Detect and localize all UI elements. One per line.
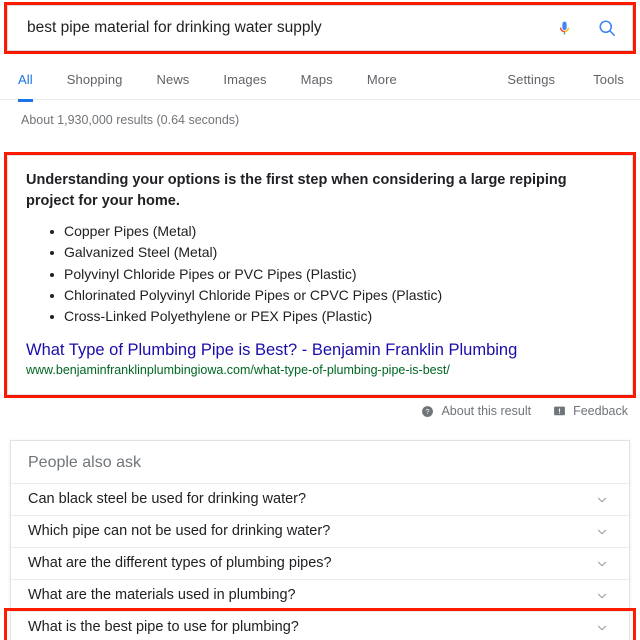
about-this-result-label: About this result: [441, 404, 532, 418]
feedback-label: Feedback: [573, 404, 628, 418]
nav-tabs-right: Settings Tools: [469, 62, 624, 99]
paa-question-label: Can black steel be used for drinking wat…: [28, 490, 307, 507]
tab-more[interactable]: More: [367, 62, 397, 99]
paa-question-label: What are the materials used in plumbing?: [28, 586, 296, 603]
chevron-down-icon[interactable]: [595, 621, 609, 635]
paa-question-label: What is the best pipe to use for plumbin…: [28, 618, 299, 635]
snippet-result-link[interactable]: What Type of Plumbing Pipe is Best? - Be…: [26, 340, 614, 361]
search-input[interactable]: [8, 18, 546, 38]
paa-question-label: What are the different types of plumbing…: [28, 554, 332, 571]
list-item: Cross-Linked Polyethylene or PEX Pipes (…: [50, 306, 614, 327]
question-circle-icon: ?: [422, 405, 434, 417]
chevron-down-icon[interactable]: [595, 493, 609, 507]
svg-text:?: ?: [426, 407, 430, 416]
tab-images[interactable]: Images: [223, 62, 266, 99]
tab-tools[interactable]: Tools: [593, 62, 624, 99]
featured-snippet-highlight-box: Understanding your options is the first …: [4, 152, 636, 398]
people-also-ask-card: People also ask Can black steel be used …: [10, 440, 630, 640]
result-meta-row: ? About this result Feedback: [399, 400, 628, 422]
people-also-ask-title: People also ask: [28, 454, 141, 471]
search-bar[interactable]: [7, 5, 633, 51]
tab-all[interactable]: All: [18, 62, 33, 102]
paa-question-4[interactable]: What are the materials used in plumbing?: [11, 579, 629, 612]
search-icon: [599, 20, 615, 36]
chevron-down-icon[interactable]: [595, 589, 609, 603]
tab-maps[interactable]: Maps: [301, 62, 333, 99]
chevron-down-icon[interactable]: [595, 525, 609, 539]
search-submit-button[interactable]: [582, 6, 632, 50]
feedback-flag-icon: [554, 406, 566, 415]
tab-shopping[interactable]: Shopping: [67, 62, 123, 99]
snippet-bullet-list: Copper Pipes (Metal) Galvanized Steel (M…: [26, 221, 614, 327]
list-item: Galvanized Steel (Metal): [50, 242, 614, 263]
feedback-button[interactable]: Feedback: [553, 404, 628, 418]
snippet-result-url: www.benjaminfranklinplumbingiowa.com/wha…: [26, 363, 450, 378]
tab-news[interactable]: News: [157, 62, 190, 99]
list-item: Copper Pipes (Metal): [50, 221, 614, 242]
paa-question-label: Which pipe can not be used for drinking …: [28, 522, 331, 539]
featured-snippet-card: Understanding your options is the first …: [7, 155, 633, 395]
paa-question-2[interactable]: Which pipe can not be used for drinking …: [11, 515, 629, 548]
google-search-results-page: All Shopping News Images Maps More Setti…: [0, 0, 640, 640]
tab-settings[interactable]: Settings: [507, 62, 555, 99]
nav-tabs-left: All Shopping News Images Maps More: [18, 62, 431, 102]
result-stats: About 1,930,000 results (0.64 seconds): [21, 113, 240, 127]
list-item: Chlorinated Polyvinyl Chloride Pipes or …: [50, 285, 614, 306]
snippet-heading: Understanding your options is the first …: [26, 172, 567, 209]
about-this-result-button[interactable]: ? About this result: [421, 404, 531, 418]
list-item: Polyvinyl Chloride Pipes or PVC Pipes (P…: [50, 264, 614, 285]
chevron-down-icon[interactable]: [595, 557, 609, 571]
paa-question-5[interactable]: What is the best pipe to use for plumbin…: [11, 611, 629, 640]
search-bar-highlight-box: [4, 2, 636, 54]
search-nav-tabs: All Shopping News Images Maps More Setti…: [0, 62, 640, 102]
paa-question-1[interactable]: Can black steel be used for drinking wat…: [11, 483, 629, 516]
microphone-icon[interactable]: [546, 6, 582, 50]
paa-question-3[interactable]: What are the different types of plumbing…: [11, 547, 629, 580]
